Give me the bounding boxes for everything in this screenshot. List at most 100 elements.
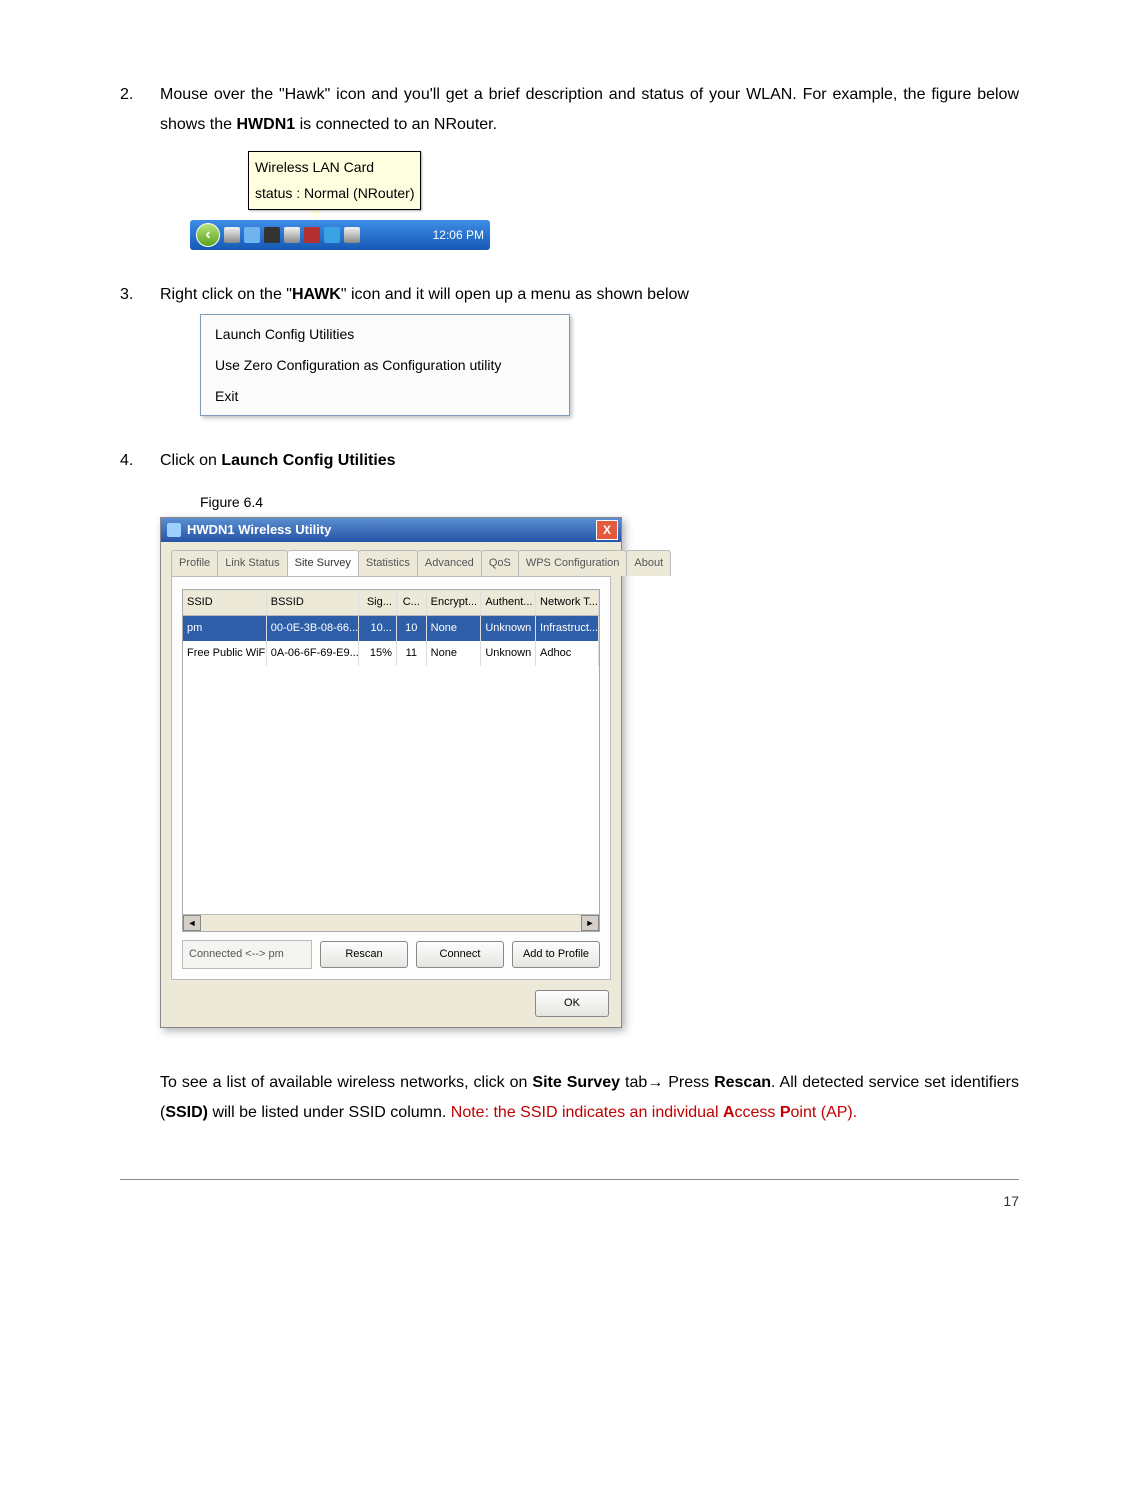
tab-link-status[interactable]: Link Status (217, 550, 287, 576)
note-red: Note: the SSID indicates an individual A… (451, 1104, 857, 1121)
cell-encrypt: None (427, 616, 482, 641)
ssid-bold: SSID) (165, 1104, 208, 1121)
dialog-button-row: OK (161, 980, 621, 1027)
text: Press (663, 1074, 714, 1091)
add-to-profile-button[interactable]: Add to Profile (512, 941, 600, 968)
text: To see a list of available wireless netw… (160, 1074, 532, 1091)
cell-bssid: 00-0E-3B-08-66... (267, 616, 359, 641)
step-2-text: Mouse over the "Hawk" icon and you'll ge… (160, 80, 1019, 141)
survey-bottom-row: Connected <--> pm Rescan Connect Add to … (182, 940, 600, 969)
step-number: 3. (120, 280, 133, 310)
step-4-text: Click on Launch Config Utilities (160, 446, 1019, 476)
cell-network: Infrastruct... (536, 616, 599, 641)
step-number: 2. (120, 80, 133, 110)
close-icon: X (603, 519, 611, 542)
tray-network-icon[interactable] (244, 227, 260, 243)
start-button[interactable]: ‹ (196, 223, 220, 247)
text: will be listed under SSID column. (208, 1104, 451, 1121)
rescan-bold: Rescan (714, 1074, 771, 1091)
document-page: 2. Mouse over the "Hawk" icon and you'll… (120, 80, 1019, 1214)
step-list: 2. Mouse over the "Hawk" icon and you'll… (120, 80, 1019, 1028)
tray-volume-icon[interactable] (284, 227, 300, 243)
tray-context-menu: Launch Config Utilities Use Zero Configu… (200, 314, 570, 416)
cell-ssid: Free Public WiFi (183, 641, 267, 666)
cell-ssid: pm (183, 616, 267, 641)
text: is connected to an NRouter. (295, 116, 497, 133)
cell-bssid: 0A-06-6F-69-E9... (267, 641, 359, 666)
windows-taskbar: ‹ 12:06 PM (190, 220, 490, 250)
step-3: 3. Right click on the "HAWK" icon and it… (120, 280, 1019, 416)
step-4: 4. Click on Launch Config Utilities Figu… (120, 446, 1019, 1028)
cell-signal: 10... (359, 616, 397, 641)
tray-shield-icon[interactable] (304, 227, 320, 243)
tab-qos[interactable]: QoS (481, 550, 519, 576)
figure-tooltip-taskbar: Wireless LAN Card status : Normal (NRout… (190, 151, 490, 250)
tab-strip: Profile Link Status Site Survey Statisti… (161, 542, 621, 576)
cell-channel: 11 (397, 641, 427, 666)
window-title: HWDN1 Wireless Utility (187, 518, 331, 543)
tab-site-survey[interactable]: Site Survey (287, 550, 359, 576)
tooltip-line1: Wireless LAN Card (255, 154, 414, 181)
cell-network: Adhoc (536, 641, 599, 666)
text: tab (620, 1074, 647, 1091)
step-3-text: Right click on the "HAWK" icon and it wi… (160, 280, 1019, 310)
tray-monitor-icon[interactable] (224, 227, 240, 243)
tooltip-line2: status : Normal (NRouter) (255, 180, 414, 207)
hawk-bold: HAWK (292, 286, 341, 303)
tooltip-arrow-icon (310, 210, 322, 220)
tray-app-icon[interactable] (264, 227, 280, 243)
close-button[interactable]: X (596, 520, 618, 540)
menu-exit[interactable]: Exit (215, 381, 555, 412)
tray-tooltip: Wireless LAN Card status : Normal (NRout… (248, 151, 421, 210)
tab-about[interactable]: About (626, 550, 671, 576)
connection-status: Connected <--> pm (182, 940, 312, 969)
col-auth[interactable]: Authent... (481, 590, 536, 615)
tray-hawk-icon[interactable] (324, 227, 340, 243)
cell-auth: Unknown (481, 616, 536, 641)
step-number: 4. (120, 446, 133, 476)
col-network[interactable]: Network T... (536, 590, 599, 615)
horizontal-scrollbar[interactable]: ◄ ► (183, 914, 599, 931)
network-list-header: SSID BSSID Sig... C... Encrypt... Authen… (183, 590, 599, 616)
tab-advanced[interactable]: Advanced (417, 550, 482, 576)
window-titlebar[interactable]: HWDN1 Wireless Utility X (161, 518, 621, 542)
taskbar-clock: 12:06 PM (433, 224, 484, 247)
arrow-icon: → (647, 1074, 663, 1091)
footer-rule (120, 1179, 1019, 1180)
site-survey-bold: Site Survey (532, 1074, 620, 1091)
hwdn1-bold: HWDN1 (236, 116, 295, 133)
scroll-left-icon[interactable]: ◄ (183, 915, 201, 931)
wireless-utility-window: HWDN1 Wireless Utility X Profile Link St… (160, 517, 622, 1028)
text: Click on (160, 452, 221, 469)
network-row[interactable]: pm 00-0E-3B-08-66... 10... 10 None Unkno… (183, 616, 599, 641)
figure-label: Figure 6.4 (200, 489, 1019, 516)
site-survey-pane: SSID BSSID Sig... C... Encrypt... Authen… (171, 576, 611, 980)
rescan-button[interactable]: Rescan (320, 941, 408, 968)
tab-profile[interactable]: Profile (171, 550, 218, 576)
menu-launch-config[interactable]: Launch Config Utilities (215, 319, 555, 350)
scroll-right-icon[interactable]: ► (581, 915, 599, 931)
tab-wps[interactable]: WPS Configuration (518, 550, 628, 576)
text: Right click on the " (160, 286, 292, 303)
col-channel[interactable]: C... (397, 590, 427, 615)
cell-channel: 10 (397, 616, 427, 641)
connect-button[interactable]: Connect (416, 941, 504, 968)
app-icon (167, 523, 181, 537)
col-ssid[interactable]: SSID (183, 590, 267, 615)
col-encrypt[interactable]: Encrypt... (427, 590, 482, 615)
step-2: 2. Mouse over the "Hawk" icon and you'll… (120, 80, 1019, 250)
page-number: 17 (120, 1188, 1019, 1215)
cell-encrypt: None (427, 641, 482, 666)
col-signal[interactable]: Sig... (359, 590, 397, 615)
col-bssid[interactable]: BSSID (267, 590, 359, 615)
menu-use-zero-config[interactable]: Use Zero Configuration as Configuration … (215, 350, 555, 381)
tray-remove-icon[interactable] (344, 227, 360, 243)
cell-signal: 15% (359, 641, 397, 666)
ok-button[interactable]: OK (535, 990, 609, 1017)
network-row[interactable]: Free Public WiFi 0A-06-6F-69-E9... 15% 1… (183, 641, 599, 666)
explanation-paragraph: To see a list of available wireless netw… (120, 1068, 1019, 1129)
tab-statistics[interactable]: Statistics (358, 550, 418, 576)
network-list: SSID BSSID Sig... C... Encrypt... Authen… (182, 589, 600, 932)
network-list-body: pm 00-0E-3B-08-66... 10... 10 None Unkno… (183, 616, 599, 914)
cell-auth: Unknown (481, 641, 536, 666)
